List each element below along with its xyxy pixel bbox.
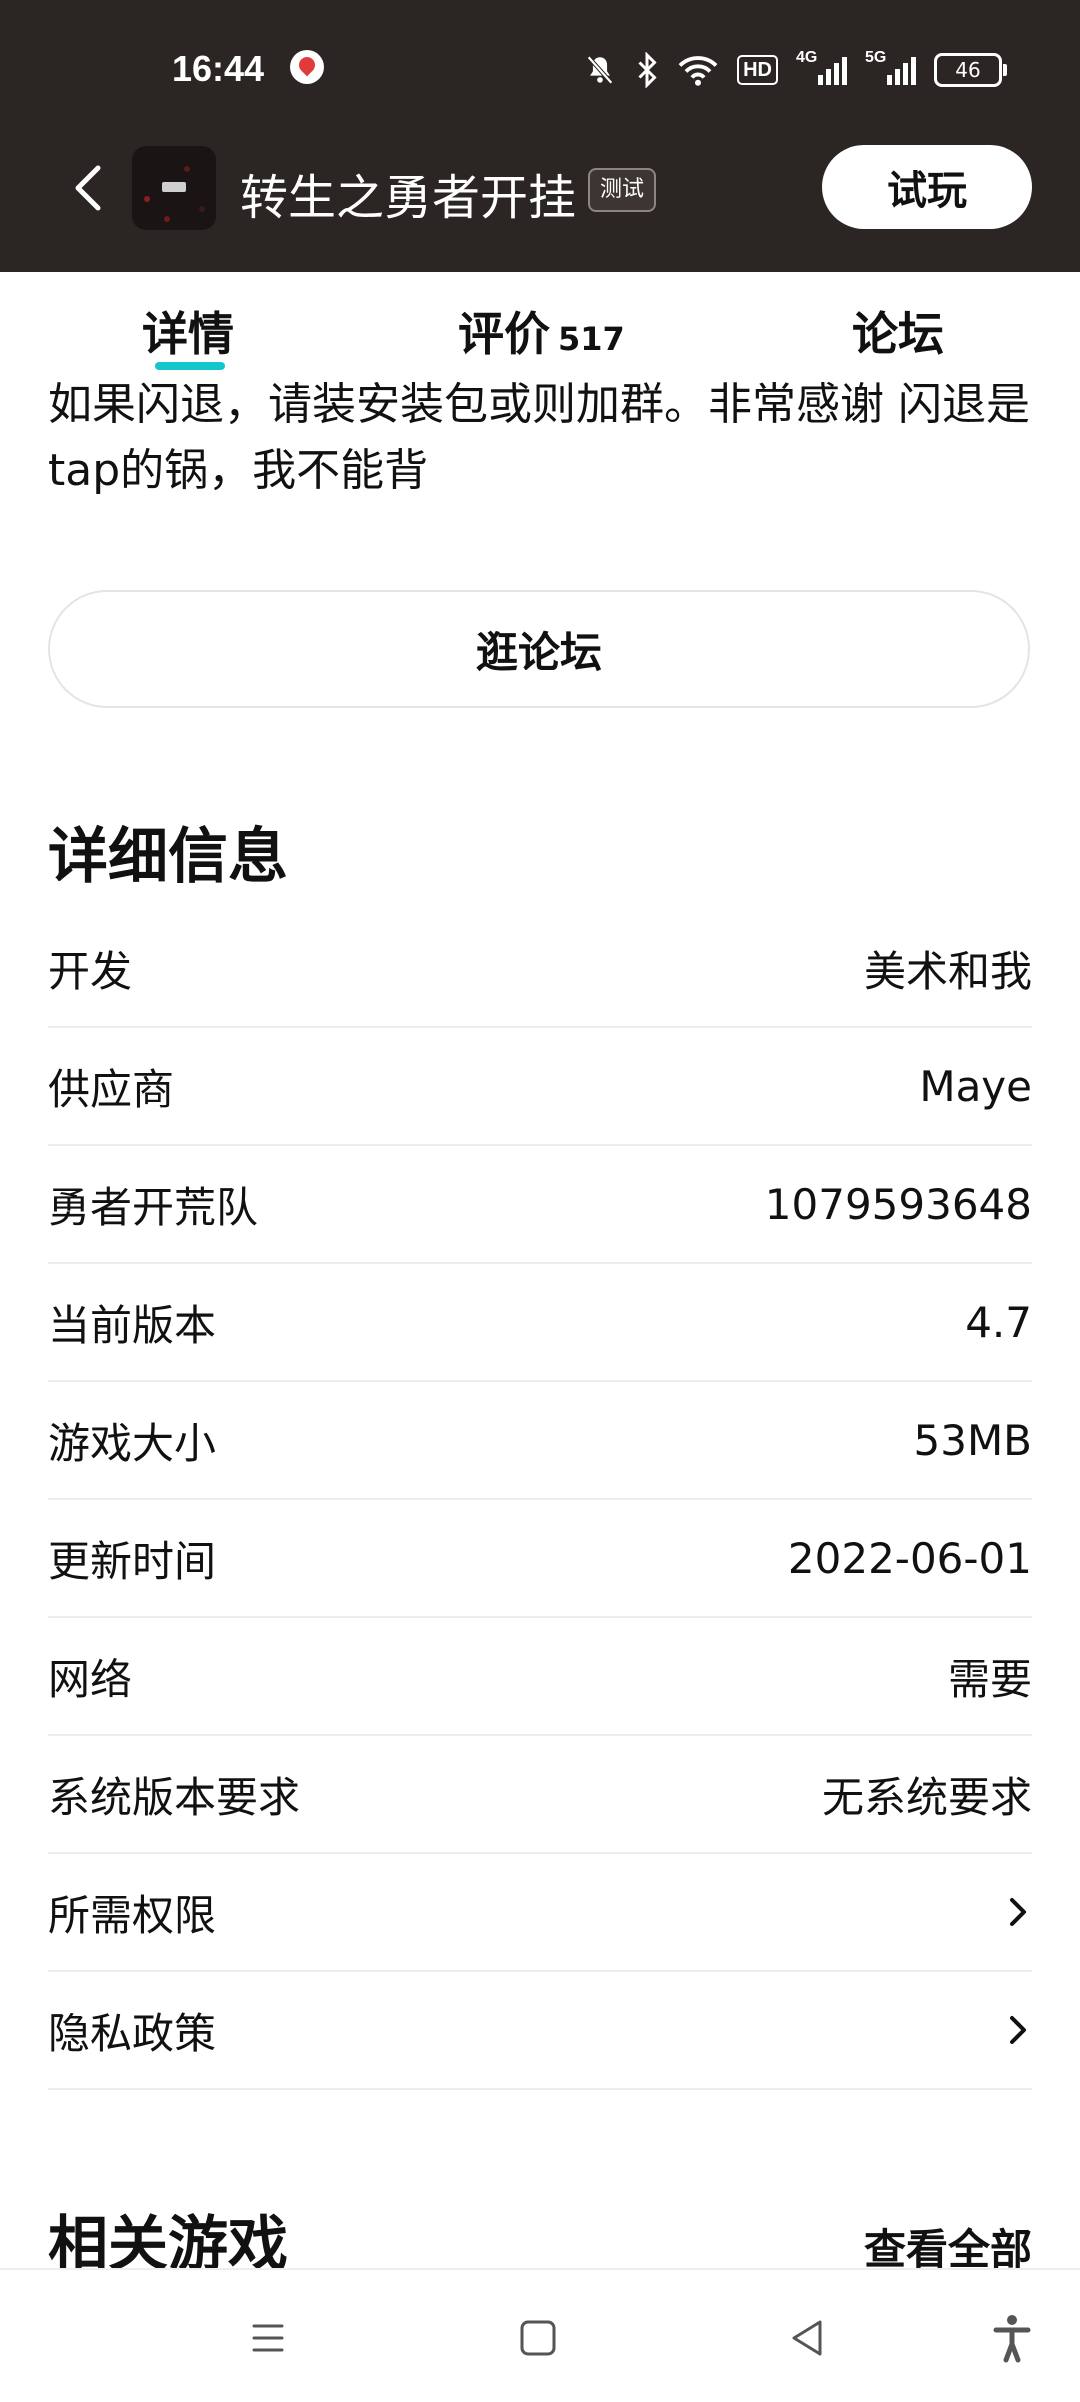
title-bar: 转生之勇者开挂 测试 试玩 bbox=[0, 140, 1080, 236]
details-list: 开发 美术和我 供应商 Maye 勇者开荒队 1079593648 当前版本 4… bbox=[48, 910, 1032, 2090]
info-label: 勇者开荒队 bbox=[48, 1182, 259, 1232]
info-row-os-requirement: 系统版本要求 无系统要求 bbox=[48, 1736, 1032, 1854]
app-title: 转生之勇者开挂 bbox=[240, 170, 577, 226]
back-triangle-icon[interactable] bbox=[780, 2310, 836, 2366]
chevron-right-icon bbox=[1004, 1890, 1032, 1934]
back-arrow-icon[interactable] bbox=[62, 160, 118, 216]
info-row-updated: 更新时间 2022-06-01 bbox=[48, 1500, 1032, 1618]
info-row-permissions[interactable]: 所需权限 bbox=[48, 1854, 1032, 1972]
info-row-network: 网络 需要 bbox=[48, 1618, 1032, 1736]
tab-forum[interactable]: 论坛 bbox=[852, 298, 944, 364]
info-label: 供应商 bbox=[48, 1064, 175, 1114]
trial-play-button[interactable]: 试玩 bbox=[822, 145, 1032, 229]
status-icons: HD 4G 5G 46 bbox=[583, 49, 1007, 90]
tab-details-label: 详情 bbox=[142, 307, 234, 361]
info-value: 美术和我 bbox=[863, 946, 1032, 996]
info-label: 系统版本要求 bbox=[48, 1772, 301, 1822]
info-value: 4.7 bbox=[965, 1297, 1032, 1347]
system-nav-bar bbox=[0, 2268, 1080, 2402]
info-row-publisher: 供应商 Maye bbox=[48, 1028, 1032, 1146]
info-row-privacy[interactable]: 隐私政策 bbox=[48, 1972, 1032, 2090]
browse-forum-button[interactable]: 逛论坛 bbox=[48, 590, 1030, 708]
info-value: 2022-06-01 bbox=[787, 1533, 1032, 1583]
status-bar: 16:44 HD 4G 5G 46 bbox=[0, 36, 1080, 100]
battery-icon: 46 bbox=[934, 53, 1007, 87]
status-time: 16:44 bbox=[172, 48, 265, 89]
info-row-group: 勇者开荒队 1079593648 bbox=[48, 1146, 1032, 1264]
info-label: 当前版本 bbox=[48, 1300, 217, 1350]
info-label: 开发 bbox=[48, 946, 133, 996]
info-value: 需要 bbox=[947, 1654, 1032, 1704]
bluetooth-icon bbox=[635, 52, 659, 88]
tab-active-indicator bbox=[155, 362, 225, 370]
details-section-title: 详细信息 bbox=[48, 822, 288, 892]
info-label: 更新时间 bbox=[48, 1536, 217, 1586]
info-label: 所需权限 bbox=[48, 1890, 217, 1940]
game-description: 如果闪退，请装安装包或则加群。非常感谢 闪退是tap的锅，我不能背 bbox=[48, 379, 1030, 496]
info-row-developer: 开发 美术和我 bbox=[48, 910, 1032, 1028]
info-label: 网络 bbox=[48, 1654, 133, 1704]
wifi-icon bbox=[677, 52, 719, 88]
chevron-right-icon bbox=[1004, 2008, 1032, 2052]
accessibility-icon[interactable] bbox=[984, 2310, 1040, 2366]
hd-voice-badge: HD bbox=[737, 55, 778, 85]
signal-4g-label: 4G bbox=[796, 49, 818, 66]
signal-4g-icon: 4G bbox=[796, 49, 847, 85]
app-icon bbox=[132, 146, 216, 230]
menu-icon[interactable] bbox=[240, 2310, 296, 2366]
tab-reviews-label: 评价 bbox=[458, 307, 550, 361]
info-row-size: 游戏大小 53MB bbox=[48, 1382, 1032, 1500]
mute-bell-icon bbox=[583, 52, 617, 88]
app-header: 16:44 HD 4G 5G 46 转生之勇者开挂 测试 试玩 bbox=[0, 0, 1080, 272]
info-row-version: 当前版本 4.7 bbox=[48, 1264, 1032, 1382]
info-value: Maye bbox=[919, 1061, 1032, 1111]
home-icon[interactable] bbox=[510, 2310, 566, 2366]
tab-forum-label: 论坛 bbox=[852, 307, 944, 361]
info-label: 隐私政策 bbox=[48, 2008, 217, 2058]
info-value: 无系统要求 bbox=[821, 1772, 1032, 1822]
info-value: 53MB bbox=[913, 1415, 1033, 1465]
info-value: 1079593648 bbox=[764, 1179, 1032, 1229]
location-icon bbox=[290, 50, 324, 84]
tab-bar: 详情 评价 517 论坛 bbox=[0, 272, 1080, 380]
tab-reviews[interactable]: 评价 517 bbox=[458, 298, 625, 364]
test-badge: 测试 bbox=[588, 168, 657, 212]
signal-5g-label: 5G bbox=[865, 49, 887, 66]
tab-details[interactable]: 详情 bbox=[142, 298, 234, 364]
info-label: 游戏大小 bbox=[48, 1418, 217, 1468]
signal-5g-icon: 5G bbox=[865, 49, 916, 85]
review-count: 517 bbox=[558, 320, 625, 358]
